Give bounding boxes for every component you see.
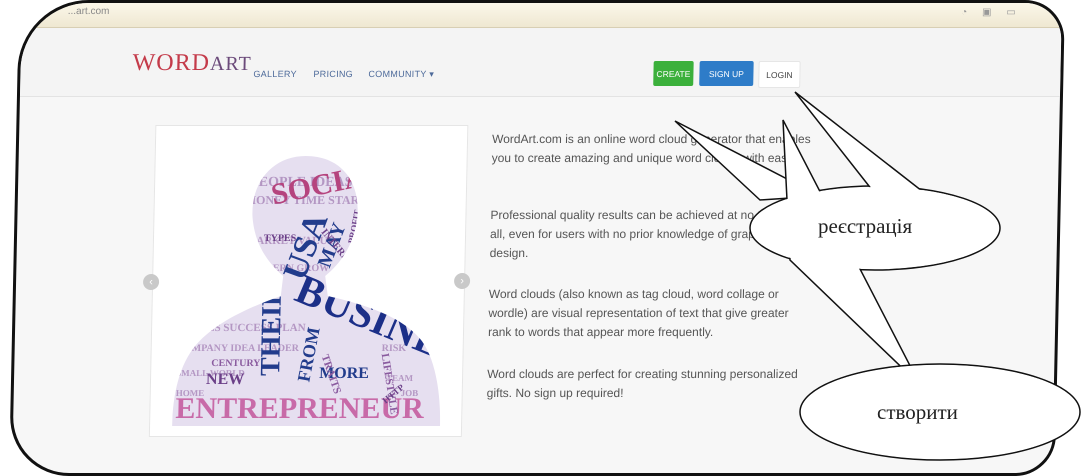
annotation-overlay [674, 91, 1081, 461]
callout-create-text: створити [877, 400, 958, 424]
callout-registration-text: реєстрація [818, 214, 913, 238]
